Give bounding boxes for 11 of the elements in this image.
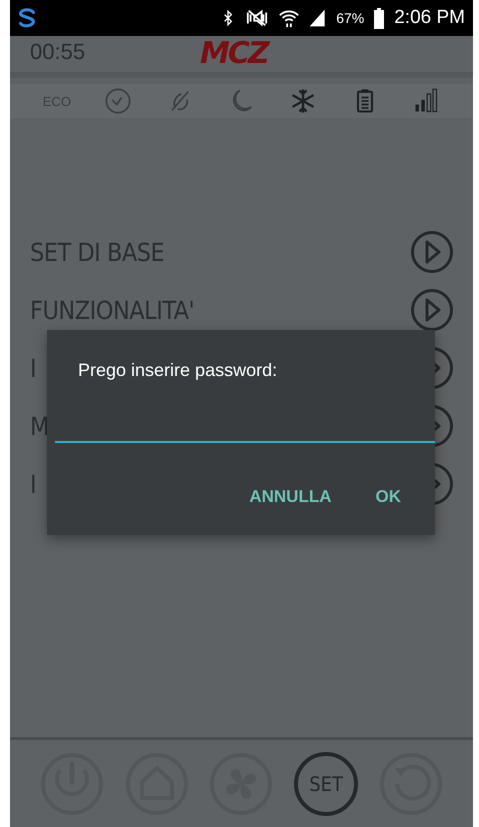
clock-time: 2:06 PM (394, 7, 465, 29)
brand-logo: MCZ (200, 36, 268, 71)
set-button[interactable]: SET (294, 752, 358, 816)
battery-icon (372, 7, 386, 29)
play-circle-icon[interactable] (410, 288, 454, 332)
play-circle-icon[interactable] (410, 230, 454, 274)
dialog-button[interactable]: OK (376, 483, 401, 511)
dialog-title: Prego inserire password: (78, 360, 278, 381)
app-logo-icon (16, 6, 38, 30)
battery-percent: 67% (336, 10, 364, 26)
dialog-button[interactable]: ANNULLA (249, 483, 332, 511)
